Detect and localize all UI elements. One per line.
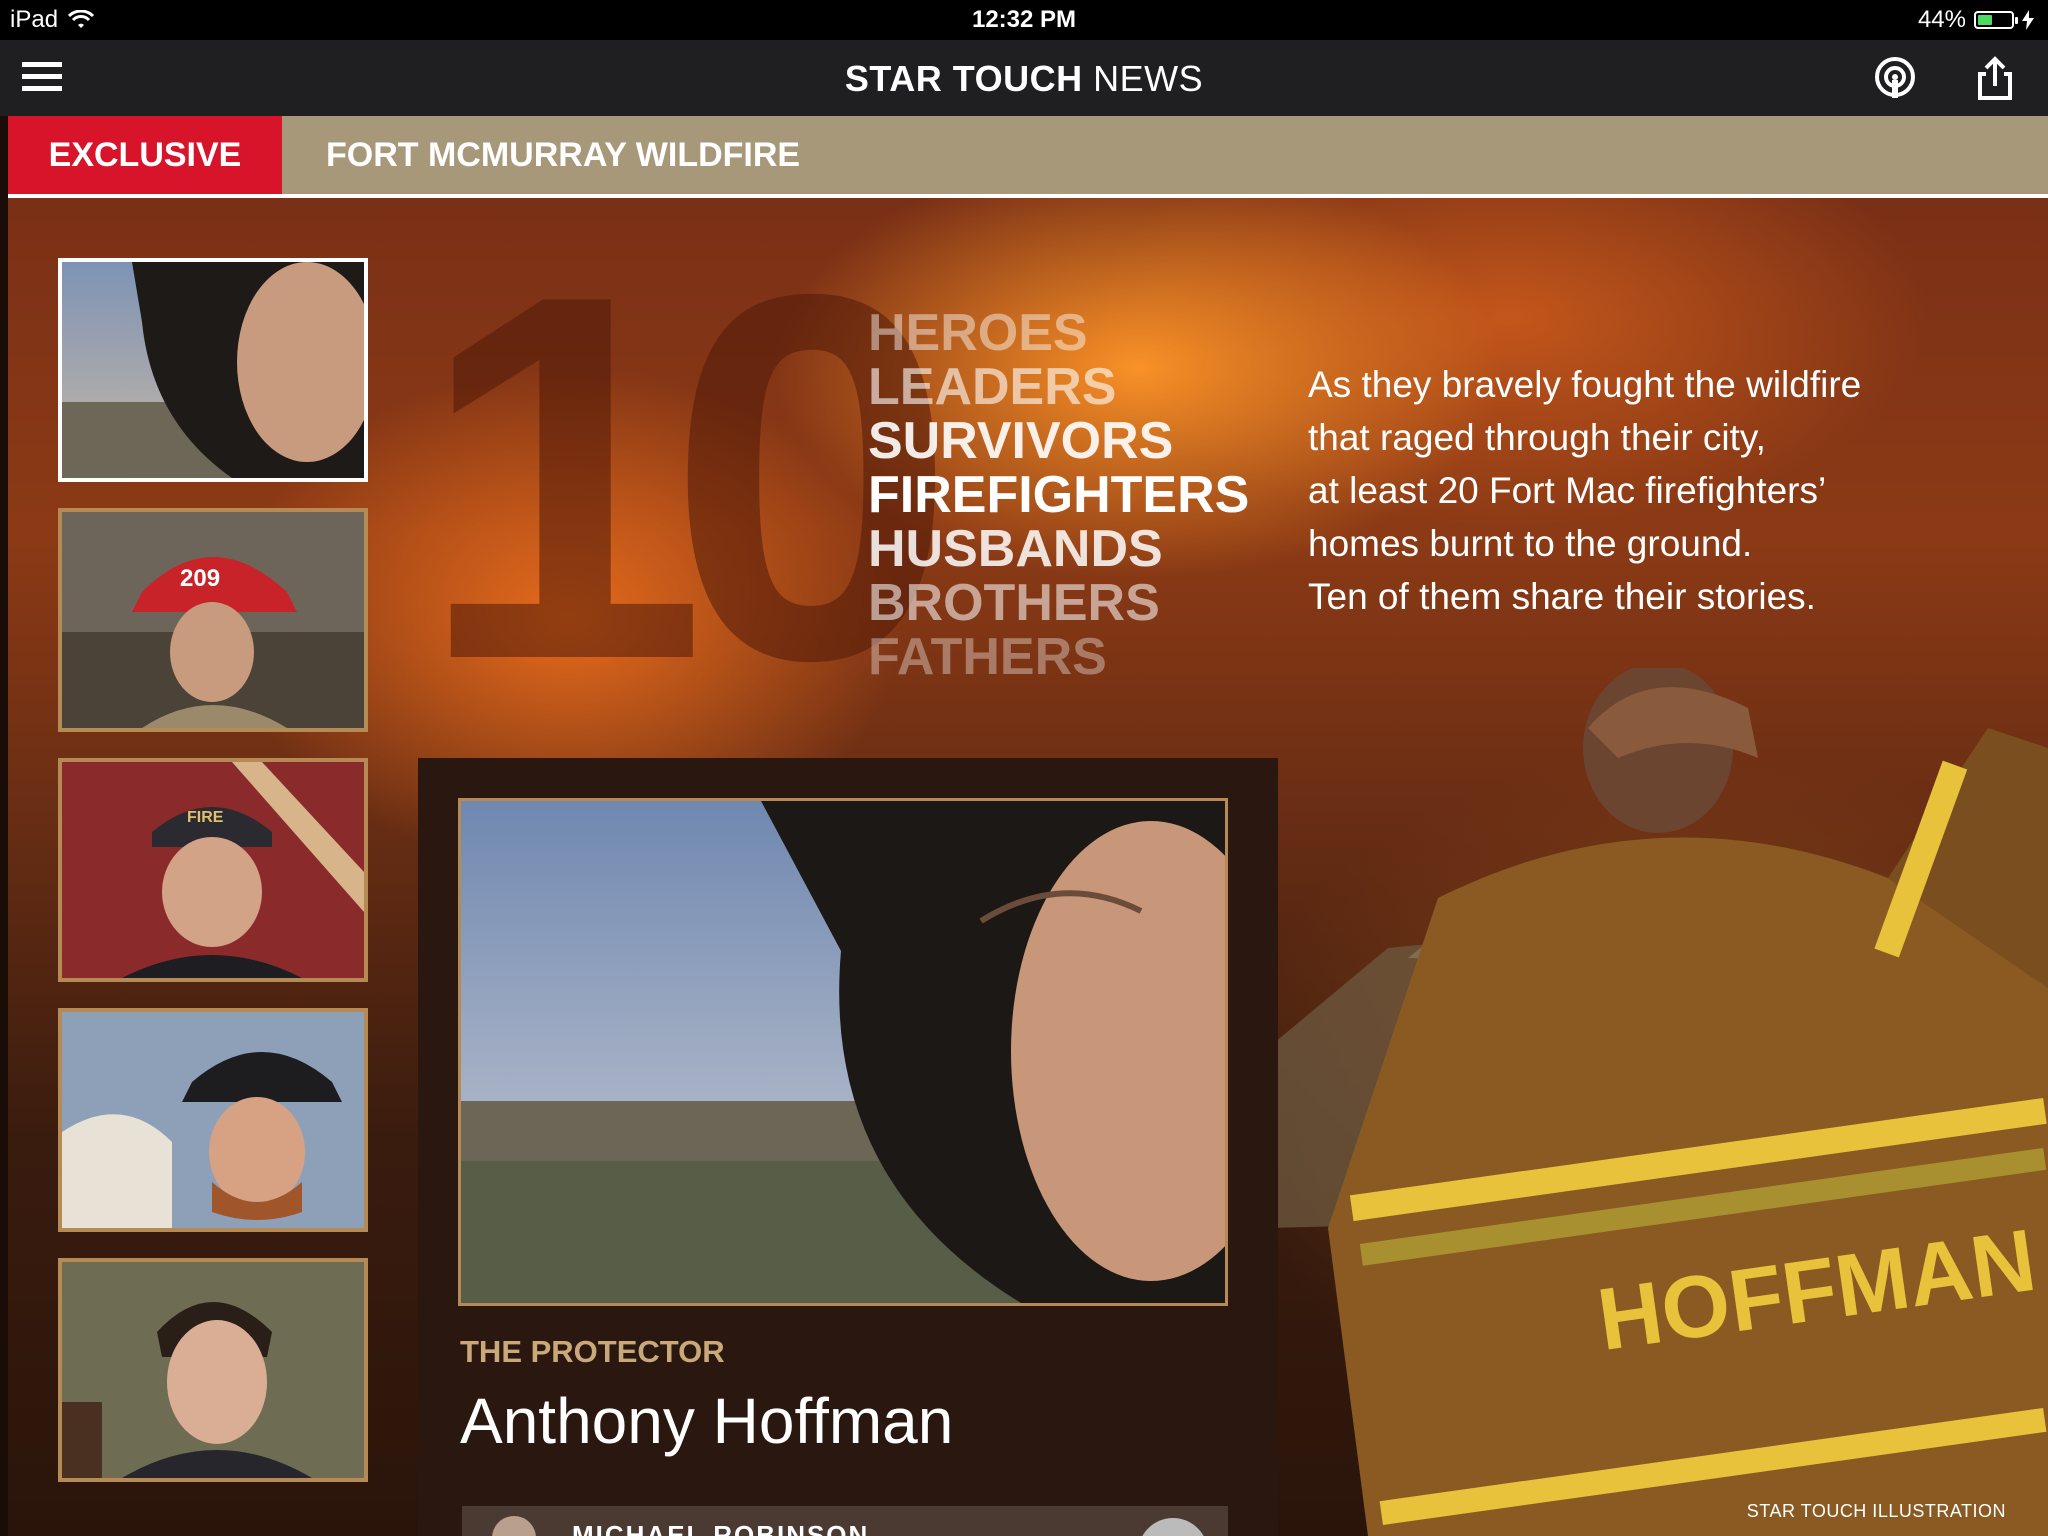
- brand-light: NEWS: [1093, 58, 1204, 99]
- status-bar: iPad 12:32 PM 44%: [0, 0, 2048, 40]
- brand-title: STAR TOUCH NEWS: [0, 58, 2048, 100]
- profile-thumbnails: 209 FIRE: [58, 258, 368, 1508]
- status-right: 44%: [1918, 6, 2034, 34]
- illustration-credit: STAR TOUCH ILLUSTRATION: [1746, 1501, 2006, 1521]
- word-leaders: LEADERS: [868, 358, 1117, 416]
- battery-percent: 44%: [1917, 6, 1966, 33]
- word-survivors: SURVIVORS: [868, 412, 1174, 470]
- battery-icon: [1974, 11, 2018, 29]
- thumbnail-3[interactable]: FIRE: [58, 758, 368, 982]
- section-topic[interactable]: FORT MCMURRAY WILDFIRE: [326, 116, 800, 194]
- firefighter-illustration: HOFFMAN: [1328, 668, 2048, 1536]
- thumbnail-1[interactable]: [58, 258, 368, 482]
- hero: 10 HEROES LEADERS SURVIVORS FIREFIGHTERS…: [8, 198, 2048, 1536]
- intro-line: that raged through their city,: [1308, 417, 1766, 458]
- feature-kicker: THE PROTECTOR: [460, 1334, 725, 1369]
- thumbnail-2[interactable]: 209: [58, 508, 368, 732]
- intro-line: Ten of them share their stories.: [1308, 576, 1816, 617]
- charging-icon: [2022, 10, 2034, 30]
- section-bar: EXCLUSIVE FORT MCMURRAY WILDFIRE: [8, 116, 2048, 198]
- word-brothers: BROTHERS: [868, 574, 1160, 632]
- share-icon[interactable]: [1972, 56, 2018, 102]
- author-name: MICHAEL ROBINSON: [572, 1520, 870, 1536]
- cap-text: FIRE: [187, 809, 224, 826]
- author-strip[interactable]: MICHAEL ROBINSON: [462, 1506, 1228, 1536]
- battery-fill: [1978, 15, 1992, 25]
- podcast-icon[interactable]: [1872, 56, 1918, 102]
- word-heroes: HEROES: [868, 304, 1088, 362]
- big-number: 10: [418, 198, 956, 768]
- word-firefighters: FIREFIGHTERS: [868, 466, 1250, 524]
- feature-photo[interactable]: [458, 798, 1228, 1306]
- intro-line: homes burnt to the ground.: [1308, 523, 1753, 564]
- status-time: 12:32 PM: [971, 6, 1077, 33]
- intro-line: at least 20 Fort Mac firefighters’: [1308, 470, 1827, 511]
- feature-card[interactable]: THE PROTECTOR Anthony Hoffman MICHAEL RO…: [418, 758, 1278, 1536]
- thumbnail-5[interactable]: [58, 1258, 368, 1482]
- word-fathers: FATHERS: [868, 628, 1107, 686]
- brand-strong: STAR TOUCH: [844, 58, 1083, 99]
- word-husbands: HUSBANDS: [868, 520, 1163, 578]
- nav-bar: STAR TOUCH NEWS: [0, 40, 2048, 116]
- tab-exclusive[interactable]: EXCLUSIVE: [8, 116, 282, 194]
- intro-line: As they bravely fought the wildfire: [1308, 364, 1862, 405]
- hero-words: HEROES LEADERS SURVIVORS FIREFIGHTERS HU…: [868, 306, 1249, 684]
- play-button[interactable]: [1138, 1518, 1208, 1536]
- thumbnail-4[interactable]: [58, 1008, 368, 1232]
- author-avatar: [492, 1516, 536, 1536]
- helmet-number: 209: [180, 565, 220, 592]
- intro-text: As they bravely fought the wildfire that…: [1308, 358, 1928, 623]
- feature-name: Anthony Hoffman: [460, 1385, 954, 1457]
